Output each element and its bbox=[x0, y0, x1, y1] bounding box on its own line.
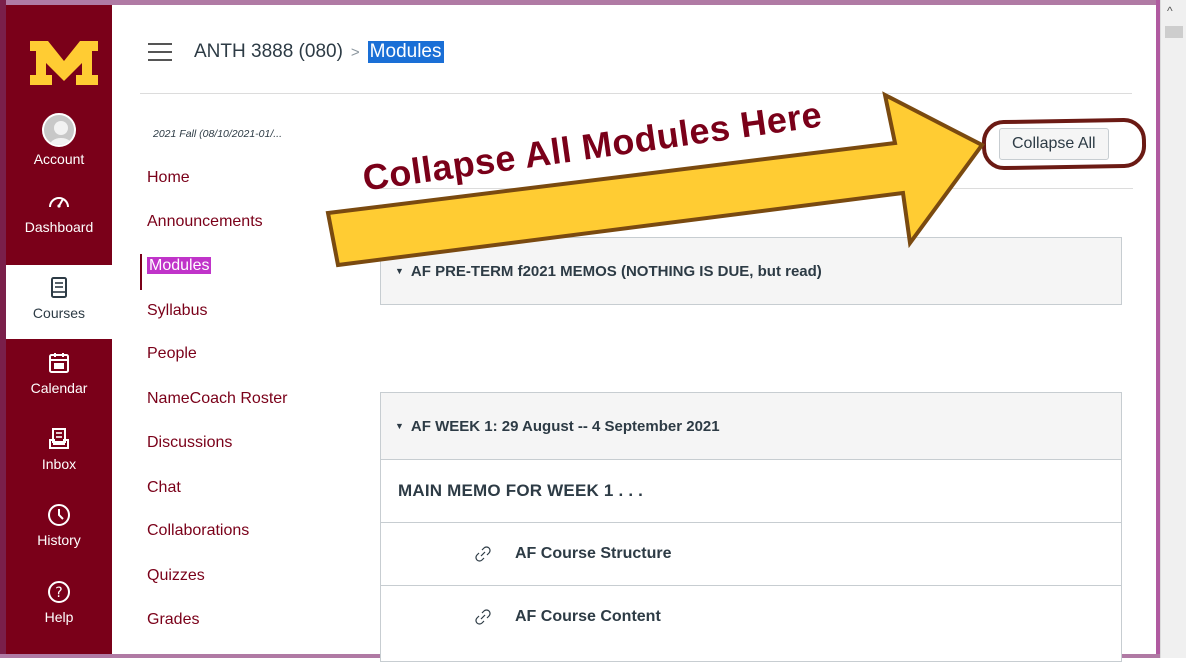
module-item[interactable]: AF Course Content bbox=[381, 585, 1121, 648]
nav-label: History bbox=[37, 532, 81, 548]
help-icon: ? bbox=[48, 581, 70, 603]
course-nav-namecoach-roster[interactable]: NameCoach Roster bbox=[147, 390, 288, 408]
nav-account[interactable]: Account bbox=[6, 113, 112, 187]
module-title: AF WEEK 1: 29 August -- 4 September 2021 bbox=[410, 417, 720, 435]
course-nav-modules-label: Modules bbox=[147, 257, 212, 274]
courses-icon bbox=[51, 277, 67, 298]
nav-help[interactable]: ? Help bbox=[6, 579, 112, 653]
course-nav-home[interactable]: Home bbox=[147, 169, 190, 187]
module-text-header: MAIN MEMO FOR WEEK 1 . . . bbox=[381, 459, 1121, 522]
inbox-icon bbox=[49, 428, 69, 449]
nav-label: Inbox bbox=[41, 456, 77, 472]
module-week-1: ▼ AF WEEK 1: 29 August -- 4 September 20… bbox=[380, 392, 1122, 662]
module-header[interactable]: ▼ AF WEEK 1: 29 August -- 4 September 20… bbox=[381, 393, 1121, 459]
course-nav-people[interactable]: People bbox=[147, 345, 197, 363]
link-icon bbox=[475, 546, 491, 562]
link-icon bbox=[475, 609, 491, 625]
nav-label: Dashboard bbox=[24, 219, 94, 235]
nav-label: Calendar bbox=[30, 380, 88, 396]
svg-text:?: ? bbox=[55, 585, 62, 601]
module-item-label: MAIN MEMO FOR WEEK 1 . . . bbox=[398, 481, 644, 500]
course-nav-modules[interactable]: Modules bbox=[140, 254, 212, 290]
course-nav-grades[interactable]: Grades bbox=[147, 611, 199, 629]
scroll-thumb[interactable] bbox=[1165, 26, 1183, 38]
university-logo[interactable] bbox=[24, 33, 104, 93]
nav-dashboard[interactable]: Dashboard bbox=[6, 189, 112, 263]
vertical-scrollbar[interactable]: ^ bbox=[1160, 0, 1186, 658]
dashboard-icon bbox=[49, 197, 69, 208]
course-nav-collaborations[interactable]: Collaborations bbox=[147, 522, 249, 540]
breadcrumb-course-link[interactable]: ANTH 3888 (080) bbox=[194, 41, 343, 63]
term-label: 2021 Fall (08/10/2021-01/... bbox=[153, 128, 283, 140]
breadcrumb: ANTH 3888 (080) > Modules bbox=[140, 30, 444, 74]
course-nav-announcements[interactable]: Announcements bbox=[147, 213, 263, 231]
collapse-triangle-icon: ▼ bbox=[395, 421, 404, 431]
nav-label: Account bbox=[33, 151, 85, 167]
avatar-icon bbox=[42, 113, 76, 147]
breadcrumb-current: Modules bbox=[367, 41, 444, 63]
nav-label: Courses bbox=[32, 305, 86, 321]
course-nav-chat[interactable]: Chat bbox=[147, 479, 181, 497]
module-item-label[interactable]: AF Course Content bbox=[515, 608, 661, 626]
course-nav-quizzes[interactable]: Quizzes bbox=[147, 567, 205, 585]
browser-window: Account Dashboard Courses Calendar Inbox… bbox=[0, 0, 1186, 662]
nav-courses[interactable]: Courses bbox=[6, 265, 112, 339]
hamburger-menu-icon[interactable] bbox=[148, 43, 172, 61]
scroll-up-icon[interactable]: ^ bbox=[1167, 4, 1173, 18]
course-nav-discussions[interactable]: Discussions bbox=[147, 434, 232, 452]
module-item-label[interactable]: AF Course Structure bbox=[515, 545, 671, 563]
nav-calendar[interactable]: Calendar bbox=[6, 350, 112, 424]
course-nav-syllabus[interactable]: Syllabus bbox=[147, 302, 207, 320]
module-item[interactable]: AF Course Structure bbox=[381, 522, 1121, 585]
nav-inbox[interactable]: Inbox bbox=[6, 426, 112, 500]
calendar-icon bbox=[49, 353, 69, 373]
global-nav: Account Dashboard Courses Calendar Inbox… bbox=[6, 5, 112, 654]
nav-history[interactable]: History bbox=[6, 502, 112, 576]
annotation-circle bbox=[981, 117, 1147, 171]
history-icon bbox=[48, 504, 70, 526]
window-border-top bbox=[0, 0, 1160, 5]
nav-label: Help bbox=[44, 609, 74, 625]
breadcrumb-separator: > bbox=[350, 43, 360, 61]
